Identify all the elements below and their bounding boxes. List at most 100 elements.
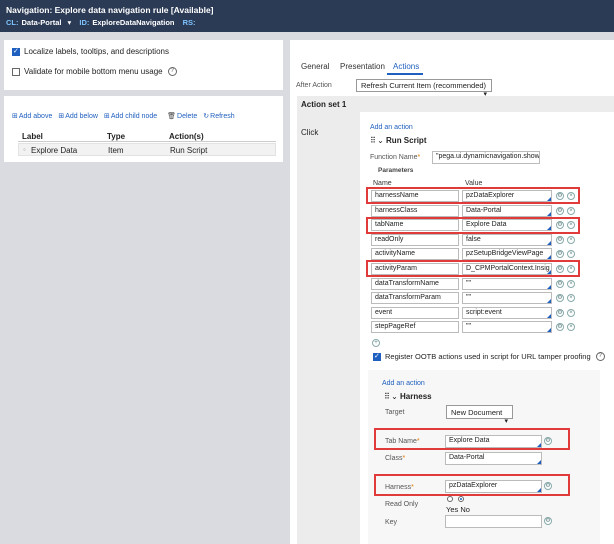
id-value: ExploreDataNavigation xyxy=(92,18,175,27)
cl-value[interactable]: Data-Portal xyxy=(22,18,62,27)
key-input[interactable] xyxy=(445,515,542,528)
drag-handle-icon[interactable]: ⠿ xyxy=(384,392,390,401)
add-above-icon: ⊞ xyxy=(12,113,18,120)
cl-key: CL: xyxy=(6,18,19,27)
parameters-label: Parameters xyxy=(378,167,414,174)
col-actions-header: Action(s) xyxy=(169,132,204,141)
remove-param-icon[interactable]: × xyxy=(567,236,575,244)
gear-icon[interactable]: ⚙ xyxy=(556,236,564,244)
param-name-input[interactable]: dataTransformParam xyxy=(371,292,459,304)
localize-label: Localize labels, tooltips, and descripti… xyxy=(24,47,169,56)
remove-param-icon[interactable]: × xyxy=(567,280,575,288)
gear-icon[interactable]: ⚙ xyxy=(556,250,564,258)
gear-icon[interactable]: ⚙ xyxy=(556,309,564,317)
harness-header: ⠿ ⌄ Harness xyxy=(384,392,432,401)
remove-param-icon[interactable]: × xyxy=(567,309,575,317)
no-label: No xyxy=(460,505,470,514)
param-name-input[interactable]: activityName xyxy=(371,248,459,260)
options-panel: Localize labels, tooltips, and descripti… xyxy=(4,40,283,90)
id-key: ID: xyxy=(79,18,90,27)
register-ootb-option[interactable]: Register OOTB actions used in script for… xyxy=(373,352,605,361)
param-value-input[interactable]: "" xyxy=(462,278,552,290)
gear-icon[interactable]: ⚙ xyxy=(556,294,564,302)
param-name-input[interactable]: harnessClass xyxy=(371,205,459,217)
add-parameter-button[interactable]: + xyxy=(372,337,380,347)
gear-icon[interactable]: ⚙ xyxy=(556,323,564,331)
delete-button[interactable]: 🗑Delete xyxy=(167,112,197,120)
rule-identifiers: CL: Data-Portal ▾ ID: ExploreDataNavigation… xyxy=(6,18,199,27)
tab-actions[interactable]: Actions xyxy=(393,62,419,71)
rule-title: Navigation: Explore data navigation rule… xyxy=(6,5,214,15)
class-input[interactable]: Data-Portal xyxy=(445,452,542,465)
add-action-link-2[interactable]: Add an action xyxy=(382,380,425,387)
chevron-down-icon[interactable]: ⌄ xyxy=(391,392,398,401)
localize-option[interactable]: Localize labels, tooltips, and descripti… xyxy=(12,47,169,56)
help-icon[interactable]: ? xyxy=(167,67,177,76)
tab-general[interactable]: General xyxy=(301,62,329,71)
validate-checkbox[interactable] xyxy=(12,67,20,76)
add-child-icon: ⊞ xyxy=(103,113,110,120)
validate-option[interactable]: Validate for mobile bottom menu usage ? xyxy=(12,67,177,76)
param-name-input[interactable]: readOnly xyxy=(371,234,459,246)
remove-param-icon[interactable]: × xyxy=(567,323,575,331)
param-name-input[interactable]: dataTransformName xyxy=(371,278,459,290)
read-only-label: Read Only xyxy=(385,501,419,508)
param-name-input[interactable]: event xyxy=(371,307,459,319)
gear-icon[interactable]: ⚙ xyxy=(556,207,564,215)
read-only-radios xyxy=(447,496,464,502)
add-above-button[interactable]: ⊞Add above xyxy=(12,112,52,120)
param-value-input[interactable]: Data-Portal xyxy=(462,205,552,217)
highlight-tab-name-field xyxy=(374,428,570,450)
run-script-header: ⠿ ⌄ Run Script xyxy=(370,136,427,145)
function-name-input[interactable]: "pega.ui.dynamicnavigation.show xyxy=(432,151,540,164)
param-value-input[interactable]: false xyxy=(462,234,552,246)
param-value-input[interactable]: script:event xyxy=(462,307,552,319)
gear-icon[interactable]: ⚙ xyxy=(556,280,564,288)
read-only-options: Yes No xyxy=(446,505,470,514)
header-divider xyxy=(18,141,276,142)
after-action-select[interactable]: Refresh Current Item (recommended) ▾ xyxy=(356,79,492,98)
highlight-harness-name xyxy=(366,187,580,204)
target-select[interactable]: New Document ▾ xyxy=(446,405,513,425)
add-action-link[interactable]: Add an action xyxy=(370,124,413,131)
gear-icon[interactable]: ⚙ xyxy=(544,517,552,525)
tree-node-icon: ◦ xyxy=(23,145,26,154)
remove-param-icon[interactable]: × xyxy=(567,250,575,258)
action-set-event[interactable]: Click xyxy=(301,128,318,137)
action-set-title: Action set 1 xyxy=(301,100,347,109)
value-column-header: Value xyxy=(465,180,483,187)
param-value-input[interactable]: pzSetupBridgeViewPage xyxy=(462,248,552,260)
chevron-down-icon[interactable]: ⌄ xyxy=(377,136,384,145)
chevron-down-icon: ▾ xyxy=(504,418,508,425)
param-value-input[interactable]: "" xyxy=(462,292,552,304)
target-label: Target xyxy=(385,409,405,416)
register-checkbox[interactable] xyxy=(373,352,381,361)
remove-param-icon[interactable]: × xyxy=(567,207,575,215)
highlight-tab-name xyxy=(366,217,580,234)
tab-presentation[interactable]: Presentation xyxy=(340,62,385,71)
name-column-header: Name xyxy=(373,180,392,187)
read-only-no-radio[interactable] xyxy=(458,496,464,502)
add-child-button[interactable]: ⊞Add child node xyxy=(104,112,157,120)
table-row[interactable]: ◦ Explore Data Item Run Script xyxy=(18,143,276,156)
trash-icon: 🗑 xyxy=(167,113,177,120)
localize-checkbox[interactable] xyxy=(12,47,20,56)
help-icon[interactable]: ? xyxy=(595,352,605,361)
highlight-harness-field xyxy=(374,474,570,496)
key-label: Key xyxy=(385,519,398,526)
chevron-down-icon[interactable]: ▾ xyxy=(68,18,72,27)
add-below-icon: ⊞ xyxy=(58,113,65,120)
highlight-activity-param xyxy=(366,260,580,277)
plus-icon: + xyxy=(372,339,380,347)
refresh-button[interactable]: ↻Refresh xyxy=(203,112,234,120)
param-name-input[interactable]: stepPageRef xyxy=(371,321,459,333)
add-below-button[interactable]: ⊞Add below xyxy=(58,112,98,120)
read-only-yes-radio[interactable] xyxy=(447,496,453,502)
remove-param-icon[interactable]: × xyxy=(567,294,575,302)
drag-handle-icon[interactable]: ⠿ xyxy=(370,136,376,145)
param-value-input[interactable]: "" xyxy=(462,321,552,333)
after-action-label: After Action xyxy=(296,82,332,89)
rs-key: RS: xyxy=(182,18,196,27)
action-set-column xyxy=(297,96,360,544)
active-tab-indicator xyxy=(387,73,423,75)
